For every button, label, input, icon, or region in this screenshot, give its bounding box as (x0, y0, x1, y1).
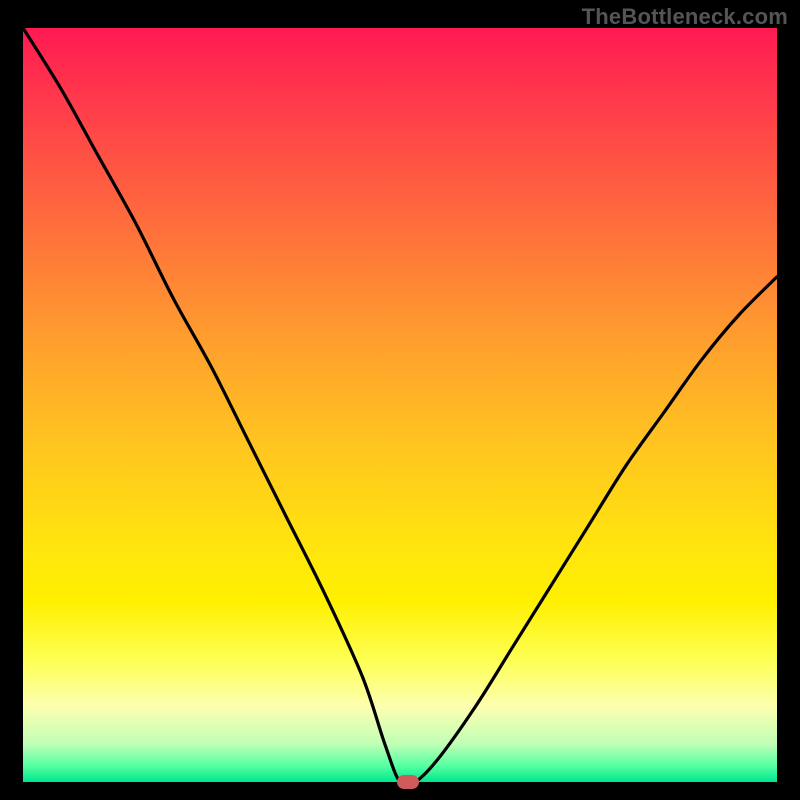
current-point-marker (397, 775, 419, 789)
chart-frame: TheBottleneck.com (0, 0, 800, 800)
watermark-text: TheBottleneck.com (582, 4, 788, 30)
plot-area (23, 28, 777, 782)
bottleneck-curve (23, 28, 777, 782)
